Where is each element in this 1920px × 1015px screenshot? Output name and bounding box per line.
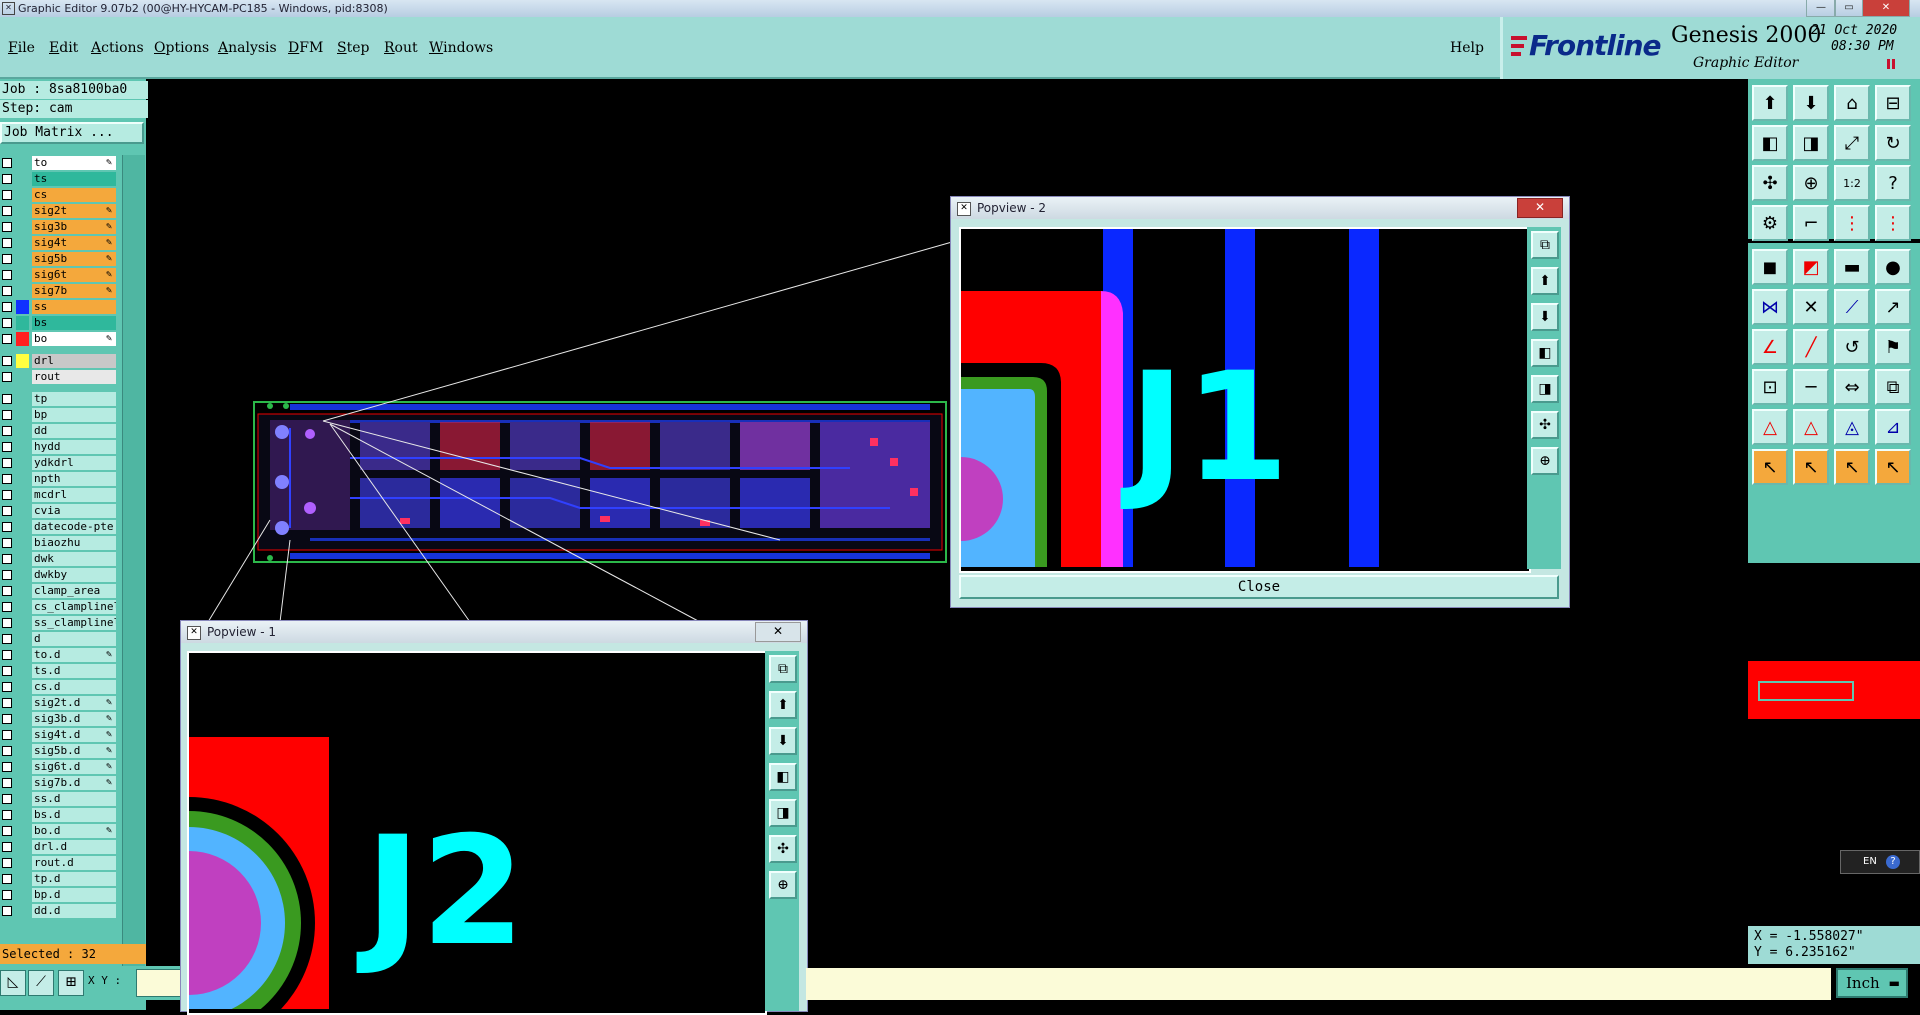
zoom-home-icon[interactable]: ⬆ [1752,85,1788,121]
select-icon[interactable]: ↖ [1752,449,1788,485]
popview-2-center-icon[interactable]: ⊕ [1531,447,1559,475]
silk-label-j1: J1 [1120,341,1289,515]
units-toggle-button[interactable]: Inch ▬ [1836,968,1908,998]
popview-2-pan-right-icon[interactable]: ◨ [1531,375,1559,403]
home-icon[interactable]: ⌂ [1834,85,1870,121]
popview-1-close-icon[interactable]: ✕ [755,622,801,642]
y-coordinate: Y = 6.235162" [1754,945,1856,960]
popview-1-zoom-home-icon[interactable]: ⧉ [769,655,797,683]
popview-1-pan-left-icon[interactable]: ◧ [769,763,797,791]
help-icon: ? [1886,855,1900,869]
copy-icon[interactable]: ⧉ [1875,369,1911,405]
pan-left-icon[interactable]: ◧ [1752,125,1788,161]
triangle-icon[interactable]: △ [1752,409,1788,445]
popview-2-zoom-in-icon[interactable]: ⬆ [1531,267,1559,295]
zoom-area-icon[interactable]: ⤢ [1834,125,1870,161]
popview-2-close-button[interactable]: Close [959,575,1559,599]
popview-2-icon: ✕ [957,202,971,216]
text-icon[interactable]: ⚑ [1875,329,1911,365]
popview-2-toolbar: ⧉ ⬆ ⬇ ◧ ◨ ✣ ⊕ [1527,227,1561,569]
popview-1-title: Popview - 1 [181,621,807,643]
connect-icon[interactable]: ⋮ [1875,205,1911,241]
angle-icon[interactable]: ∠ [1752,329,1788,365]
units-dropdown-icon: ▬ [1888,976,1900,990]
popview-2-zoom-home-icon[interactable]: ⧉ [1531,231,1559,259]
cross-icon[interactable]: ✕ [1793,289,1829,325]
popview-1-icon: ✕ [187,626,201,640]
ime-indicator[interactable]: EN ? [1840,850,1920,874]
pointer-box-icon[interactable]: ↖ [1834,449,1870,485]
zoom-in-icon[interactable]: ⬇ [1793,85,1829,121]
polygon-icon[interactable]: ◬ [1834,409,1870,445]
popview-1-center-icon[interactable]: ⊕ [769,871,797,899]
popview-2-title: Popview - 2 [951,197,1569,219]
popview-1-toolbar: ⧉ ⬆ ⬇ ◧ ◨ ✣ ⊕ [765,651,799,1011]
ime-label: EN [1863,856,1877,867]
query-icon[interactable]: ? [1875,165,1911,201]
polygon-cut-icon[interactable]: ⊿ [1875,409,1911,445]
pad-icon[interactable]: ◼ [1752,249,1788,285]
triangle-outline-icon[interactable]: △ [1793,409,1829,445]
popview-2-close-icon[interactable]: ✕ [1517,198,1563,218]
scale-icon[interactable]: 1:2 [1834,165,1870,201]
popview-1-pan-right-icon[interactable]: ◨ [769,799,797,827]
split-view-icon[interactable]: ⊟ [1875,85,1911,121]
net-icon[interactable]: ⋮ [1834,205,1870,241]
units-label: Inch [1846,974,1880,992]
popview-1-fit-icon[interactable]: ✣ [769,835,797,863]
move-icon[interactable]: ⇔ [1834,369,1870,405]
pan-right-icon[interactable]: ◨ [1793,125,1829,161]
popview-2-window: Popview - 2 ✕ ✕ J1 ⧉ ⬆ ⬇ ◧ ◨ ✣ ⊕ Close [950,196,1570,608]
line-icon[interactable]: ◩ [1793,249,1829,285]
view-window-rect[interactable] [1758,681,1854,701]
node-icon[interactable]: ⋈ [1752,289,1788,325]
command-input-bar[interactable] [806,968,1831,1000]
cursor-coordinates: X = -1.558027" Y = 6.235162" [1748,926,1920,964]
popview-2-artwork: J1 [961,229,1379,567]
slope-icon[interactable]: ╱ [1793,329,1829,365]
pointer-multi-icon[interactable]: ↖ [1875,449,1911,485]
dash-icon[interactable]: ─ [1793,369,1829,405]
popview-2-pan-left-icon[interactable]: ◧ [1531,339,1559,367]
arrow-icon[interactable]: ↗ [1875,289,1911,325]
popview-1-artwork: J2 [189,737,525,1013]
redraw-icon[interactable]: ↻ [1875,125,1911,161]
silk-label-j2: J2 [356,805,525,979]
popview-1-canvas[interactable]: J2 [187,651,767,1015]
center-icon[interactable]: ⊕ [1793,165,1829,201]
arc-icon[interactable]: ↺ [1834,329,1870,365]
popview-2-zoom-out-icon[interactable]: ⬇ [1531,303,1559,331]
probe-icon[interactable]: ⌐ [1793,205,1829,241]
x-coordinate: X = -1.558027" [1754,929,1864,944]
popview-2-fit-icon[interactable]: ✣ [1531,411,1559,439]
mini-board-overview[interactable] [1748,661,1920,719]
popview-1-window: Popview - 1 ✕ ✕ J2 ⧉ ⬆ ⬇ ◧ ◨ ✣ ⊕ [180,620,808,1015]
drill-icon[interactable]: ⚙ [1752,205,1788,241]
segment-icon[interactable]: ⟋ [1834,289,1870,325]
popview-1-zoom-in-icon[interactable]: ⬆ [769,691,797,719]
fit-screen-icon[interactable]: ✣ [1752,165,1788,201]
popview-1-zoom-out-icon[interactable]: ⬇ [769,727,797,755]
popview-2-canvas[interactable]: J1 [959,227,1531,573]
snap-icon[interactable]: ⊡ [1752,369,1788,405]
circle-icon[interactable]: ● [1875,249,1911,285]
dashed-line-icon[interactable]: ▬ [1834,249,1870,285]
pointer-icon[interactable]: ↖ [1793,449,1829,485]
